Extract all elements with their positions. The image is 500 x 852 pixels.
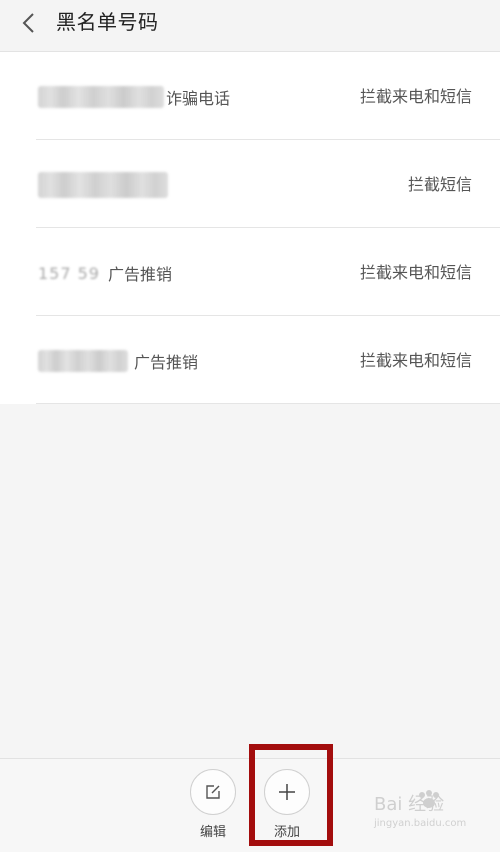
- blacklist-row[interactable]: 诈骗电话 拦截来电和短信: [0, 52, 500, 140]
- add-circle[interactable]: [264, 769, 310, 815]
- edit-label: 编辑: [199, 825, 226, 840]
- block-mode-label: 拦截来电和短信: [359, 351, 472, 370]
- page-title: 黑名单号码: [56, 10, 159, 34]
- row-divider: [36, 403, 500, 404]
- blacklist-row[interactable]: 157 59 广告推销 拦截来电和短信: [0, 228, 500, 316]
- back-button[interactable]: [14, 8, 46, 40]
- number-tag: 广告推销: [134, 353, 199, 372]
- block-mode-label: 拦截来电和短信: [359, 263, 472, 282]
- edit-button[interactable]: 编辑: [183, 769, 243, 840]
- chevron-left-icon: [22, 13, 34, 33]
- blacklist-row[interactable]: 拦截短信: [0, 140, 500, 228]
- masked-number: [38, 86, 164, 108]
- row-number-area: 157 59 广告推销: [38, 261, 172, 285]
- number-tag: 广告推销: [107, 265, 172, 284]
- edit-circle[interactable]: [190, 769, 236, 815]
- block-mode-label: 拦截短信: [407, 175, 472, 194]
- row-number-area: [38, 172, 174, 198]
- row-number-area: 诈骗电话: [38, 85, 230, 109]
- blacklist-list: 诈骗电话 拦截来电和短信 拦截短信 157 59 广告推销 拦截来电和短信 广告…: [0, 52, 500, 404]
- masked-number: [38, 350, 128, 372]
- row-number-area: 广告推销: [38, 349, 198, 373]
- blacklist-row[interactable]: 广告推销 拦截来电和短信: [0, 316, 500, 404]
- title-bar: 黑名单号码: [0, 0, 500, 52]
- bottom-toolbar: 编辑 添加: [0, 758, 500, 852]
- plus-icon: [279, 784, 295, 800]
- add-label: 添加: [273, 825, 300, 840]
- edit-icon: [206, 785, 220, 799]
- masked-number: [38, 172, 168, 198]
- add-button[interactable]: 添加: [257, 769, 317, 840]
- block-mode-label: 拦截来电和短信: [359, 87, 472, 106]
- masked-number: 157 59: [38, 263, 100, 283]
- number-tag: 诈骗电话: [166, 89, 231, 108]
